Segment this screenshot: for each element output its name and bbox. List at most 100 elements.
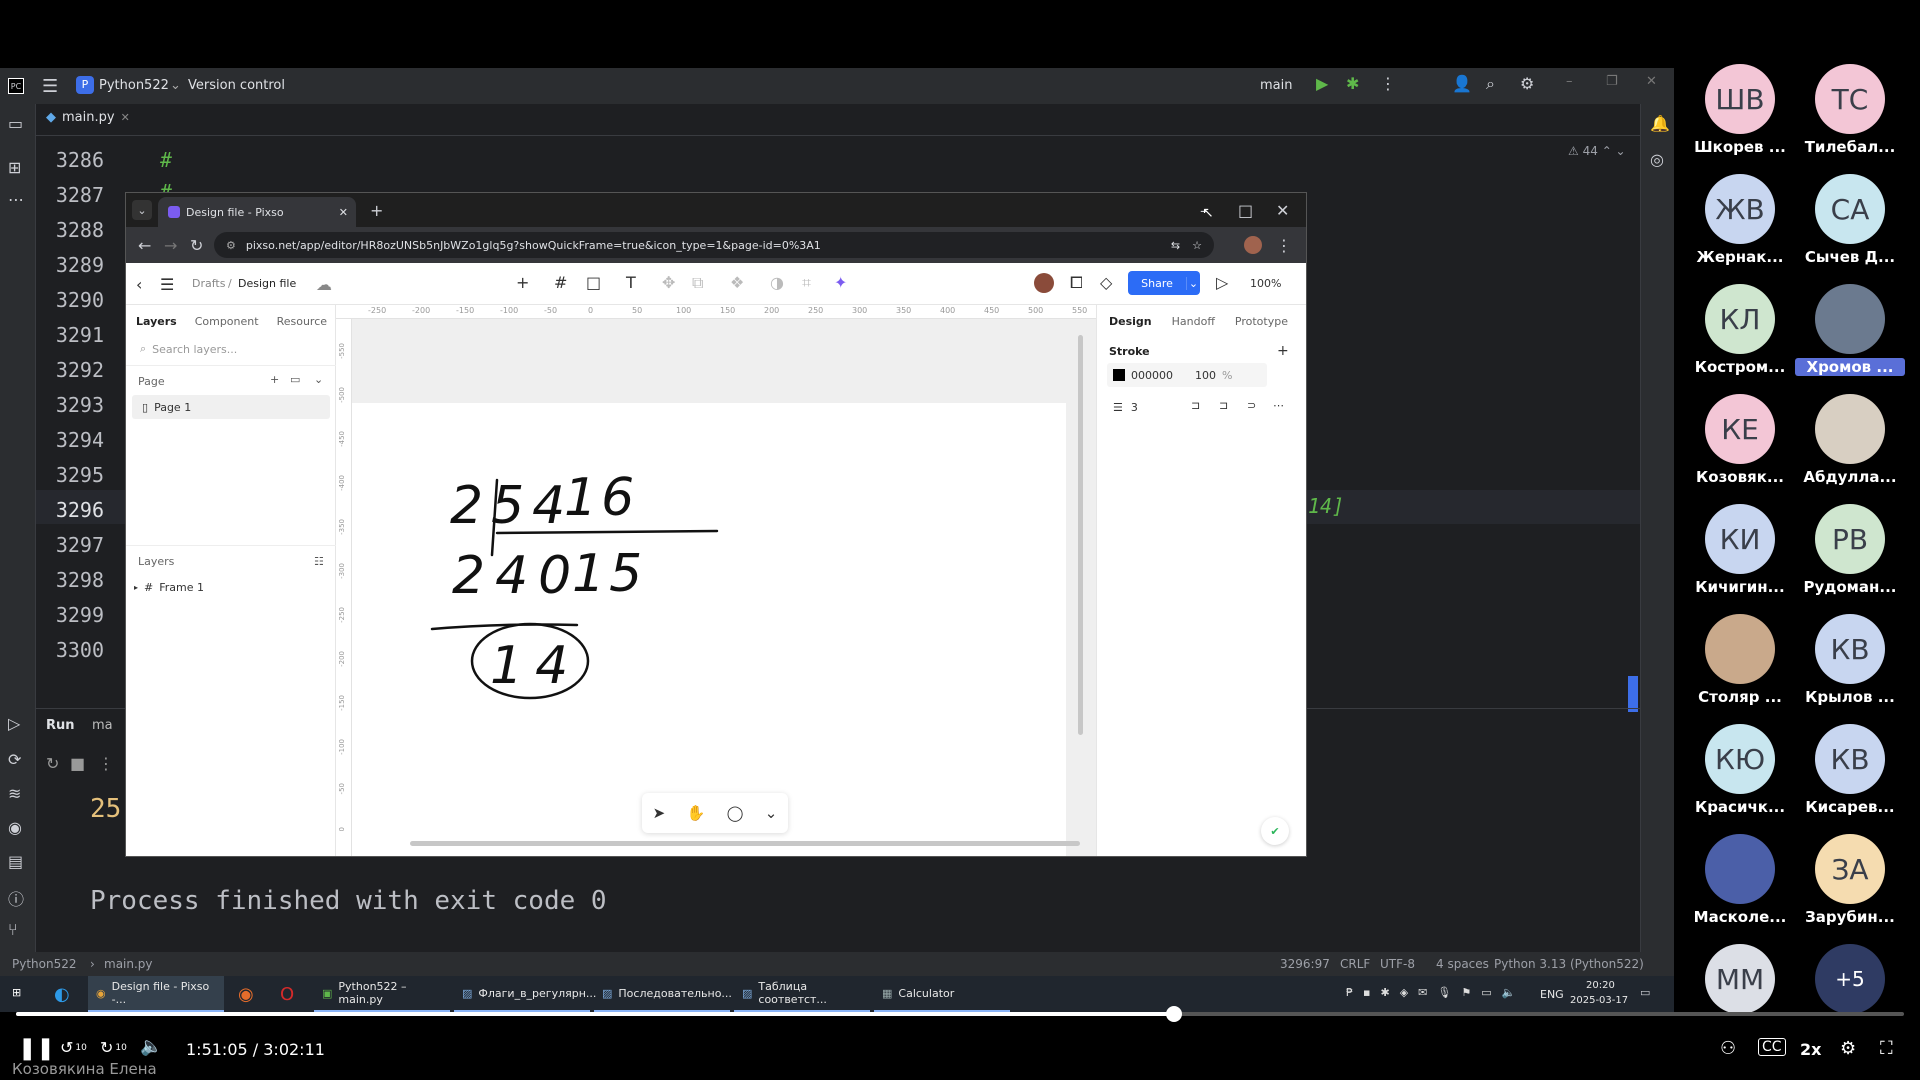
rewind-button[interactable]: ↺ 10	[60, 1038, 87, 1057]
participants-icon[interactable]: ⚇	[1720, 1038, 1736, 1059]
taskbar-item-image-2[interactable]: ▨ Последовательно...	[594, 976, 732, 1012]
tray-app-icon[interactable]: ✱	[1380, 986, 1389, 999]
notifications-icon[interactable]: 🔔	[1650, 114, 1670, 133]
stroke-opacity[interactable]: 100	[1195, 369, 1216, 382]
stroke-weight-value[interactable]: 3	[1131, 401, 1138, 414]
user-icon[interactable]: 👤	[1452, 74, 1472, 93]
tray-app-icon[interactable]: ⚑	[1461, 986, 1471, 999]
problems-icon[interactable]: ⓘ	[8, 886, 24, 910]
breadcrumb-project[interactable]: Python522	[12, 957, 77, 971]
tab-layers[interactable]: Layers	[136, 315, 177, 328]
rectangle-tool-icon[interactable]: □	[586, 273, 601, 292]
stroke-hex[interactable]: 000000	[1131, 369, 1173, 382]
taskbar-item-browser[interactable]: ◉ Design file - Pixso -...	[88, 976, 224, 1012]
pixso-canvas[interactable]: -250 -200 -150 -100 -50 0 50 100 150 200 250 300 350…	[336, 305, 1096, 856]
volume-icon[interactable]: 🔈	[140, 1036, 162, 1057]
inspections-widget[interactable]: ⚠ 44 ⌃ ⌄	[1568, 144, 1626, 158]
file-encoding[interactable]: UTF-8	[1380, 957, 1415, 971]
version-control-menu[interactable]: Version control	[188, 78, 285, 93]
participant-tile[interactable]: ЖВ Жернак...	[1685, 174, 1795, 278]
terminal-icon[interactable]: ▤	[8, 852, 23, 871]
address-bar[interactable]: ⚙ pixso.net/app/editor/HR8ozUNSb5nJbWZo1…	[214, 232, 1214, 258]
add-page-icon[interactable]: +	[270, 373, 279, 386]
fullscreen-icon[interactable]: ⛶	[1880, 1038, 1893, 1059]
handwritten-division-drawing[interactable]: 254 16 240 15 14	[352, 403, 1066, 856]
shield-check-icon[interactable]: ✔	[1261, 817, 1289, 845]
participant-tile[interactable]: ТС Тилебал...	[1795, 64, 1905, 168]
pointer-tool-icon[interactable]: ➤	[653, 804, 666, 822]
stop-icon[interactable]: ■	[70, 754, 85, 773]
main-menu-icon[interactable]: ☰	[42, 76, 58, 97]
input-language[interactable]: ENG	[1540, 988, 1564, 1001]
tray-app-icon[interactable]: ₱	[1346, 986, 1353, 999]
run-config-tab[interactable]: ma	[92, 718, 113, 733]
volume-icon[interactable]: 🔈	[1502, 986, 1516, 999]
participant-tile[interactable]: Столяр ...	[1685, 614, 1795, 718]
tab-resource[interactable]: Resource	[277, 315, 327, 328]
tab-search-icon[interactable]: ⌄	[132, 200, 152, 220]
branch-selector[interactable]: main	[1260, 78, 1292, 93]
line-separator[interactable]: CRLF	[1340, 957, 1370, 971]
close-window-icon[interactable]: ✕	[1276, 201, 1289, 220]
taskbar-item-image-1[interactable]: ▨ Флаги_в_регулярн...	[454, 976, 596, 1012]
breadcrumb-file[interactable]: main.py	[104, 957, 153, 971]
expand-arrow-icon[interactable]: ▸	[134, 583, 138, 592]
layers-tool-icon[interactable]: ≋	[8, 784, 21, 803]
notification-center-icon[interactable]: ▭	[1640, 986, 1650, 999]
pause-icon[interactable]: ❚❚	[18, 1036, 55, 1061]
firefox-icon[interactable]: ◉	[238, 984, 254, 1005]
clock-date[interactable]: 2025-03-17	[1570, 995, 1628, 1006]
translate-icon[interactable]: ⇆	[1171, 239, 1180, 252]
edge-icon[interactable]: ◐	[54, 984, 70, 1005]
canvas-horizontal-scrollbar[interactable]	[410, 841, 1080, 846]
project-folder-icon[interactable]: ▭	[8, 114, 23, 133]
move-tool-icon[interactable]: ✥	[662, 273, 675, 292]
forward-icon[interactable]: →	[164, 236, 177, 255]
participant-tile[interactable]: КЕ Козовяк...	[1685, 394, 1795, 498]
minimize-icon[interactable]: –	[1566, 74, 1573, 89]
stroke-color-field[interactable]: 000000 100 %	[1107, 363, 1267, 387]
run-more-icon[interactable]: ⋮	[98, 754, 114, 773]
present-icon[interactable]: ▷	[1216, 273, 1228, 292]
user-avatar[interactable]	[1034, 273, 1054, 293]
browser-menu-icon[interactable]: ⋮	[1276, 236, 1292, 255]
taskbar-item-image-3[interactable]: ▨ Таблица соответст...	[734, 976, 870, 1012]
browser-tab-pixso[interactable]: Design file - Pixso ✕	[158, 197, 356, 227]
run-panel-title[interactable]: Run	[46, 718, 75, 733]
opera-icon[interactable]: O	[280, 984, 294, 1005]
back-chevron-icon[interactable]: ‹	[136, 275, 142, 294]
caret-position[interactable]: 3296:97	[1280, 957, 1330, 971]
participant-tile[interactable]: СА Сычев Д...	[1795, 174, 1905, 278]
rerun-icon[interactable]: ↻	[46, 754, 59, 773]
python-interpreter[interactable]: Python 3.13 (Python522)	[1494, 957, 1644, 971]
forward-button[interactable]: ↻ 10	[100, 1038, 127, 1057]
tab-design[interactable]: Design	[1109, 315, 1152, 328]
hand-tool-icon[interactable]: ✋	[687, 804, 706, 822]
file-name-menu[interactable]: Design file	[238, 277, 296, 290]
new-tab-icon[interactable]: +	[370, 201, 383, 220]
stroke-inside-icon[interactable]: ⊐	[1191, 399, 1200, 412]
more-icon[interactable]: ⋮	[1380, 74, 1396, 93]
mask-tool-icon[interactable]: ◑	[770, 273, 784, 292]
share-chevron-icon[interactable]: ⌄	[1186, 276, 1200, 290]
crop-tool-icon[interactable]: ⌗	[802, 273, 811, 293]
close-icon[interactable]: ✕	[1646, 74, 1657, 89]
search-icon[interactable]: ⌕	[1486, 74, 1495, 94]
profile-avatar[interactable]	[1244, 236, 1262, 254]
reload-icon[interactable]: ↻	[190, 236, 203, 255]
participant-tile[interactable]: РВ Рудоман...	[1795, 504, 1905, 608]
microphone-icon[interactable]: 🎙	[1437, 986, 1451, 999]
progress-handle[interactable]	[1166, 1006, 1183, 1022]
run-icon[interactable]: ▶	[1316, 74, 1328, 93]
captions-icon[interactable]: CC	[1758, 1038, 1786, 1056]
participant-tile[interactable]: Масколе...	[1685, 834, 1795, 938]
tray-app-icon[interactable]: ▪	[1363, 986, 1370, 999]
progress-track[interactable]	[16, 1006, 1904, 1022]
run-tool-icon[interactable]: ▷	[8, 714, 20, 733]
breadcrumb-drafts[interactable]: Drafts	[192, 277, 225, 290]
playback-speed[interactable]: 2x	[1800, 1040, 1821, 1059]
page-item[interactable]: ▯ Page 1	[132, 395, 330, 419]
add-stroke-icon[interactable]: +	[1277, 343, 1289, 359]
stroke-color-swatch[interactable]	[1113, 369, 1125, 381]
bookmark-star-icon[interactable]: ☆	[1192, 239, 1202, 252]
